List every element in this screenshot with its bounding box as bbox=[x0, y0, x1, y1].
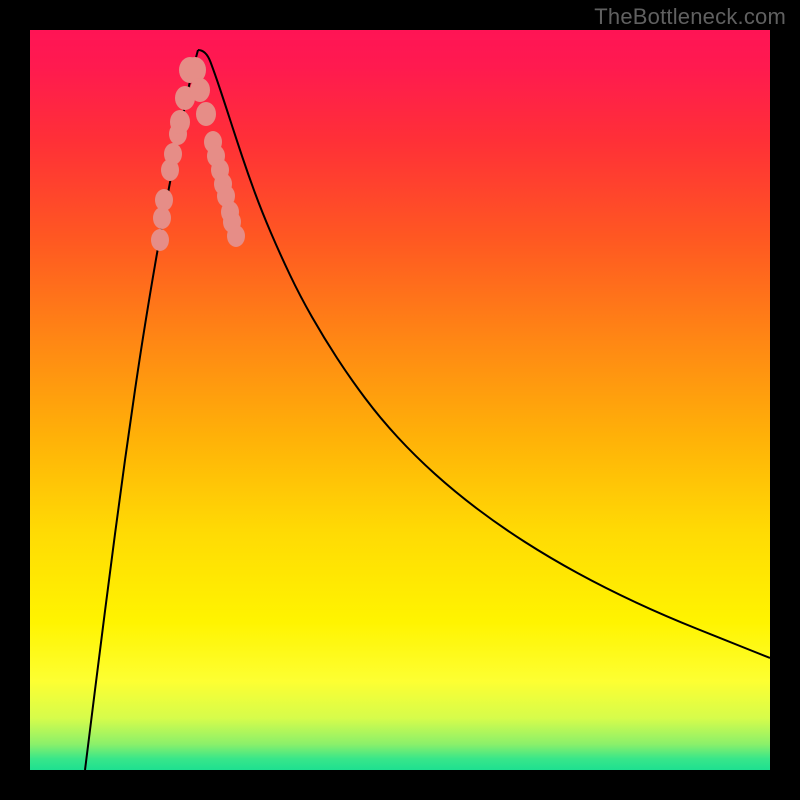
chart-container: TheBottleneck.com bbox=[0, 0, 800, 800]
sample-dot bbox=[155, 189, 173, 211]
sample-dot bbox=[227, 225, 245, 247]
sample-dot bbox=[164, 143, 182, 165]
sample-dot bbox=[190, 78, 210, 102]
sample-dot bbox=[151, 229, 169, 251]
bottleneck-curve bbox=[85, 50, 770, 770]
bottleneck-curve-svg bbox=[30, 30, 770, 770]
sample-dot bbox=[170, 110, 190, 134]
sample-dot bbox=[196, 102, 216, 126]
plot-area bbox=[30, 30, 770, 770]
sample-dots-group bbox=[151, 57, 245, 251]
watermark-text: TheBottleneck.com bbox=[594, 4, 786, 30]
